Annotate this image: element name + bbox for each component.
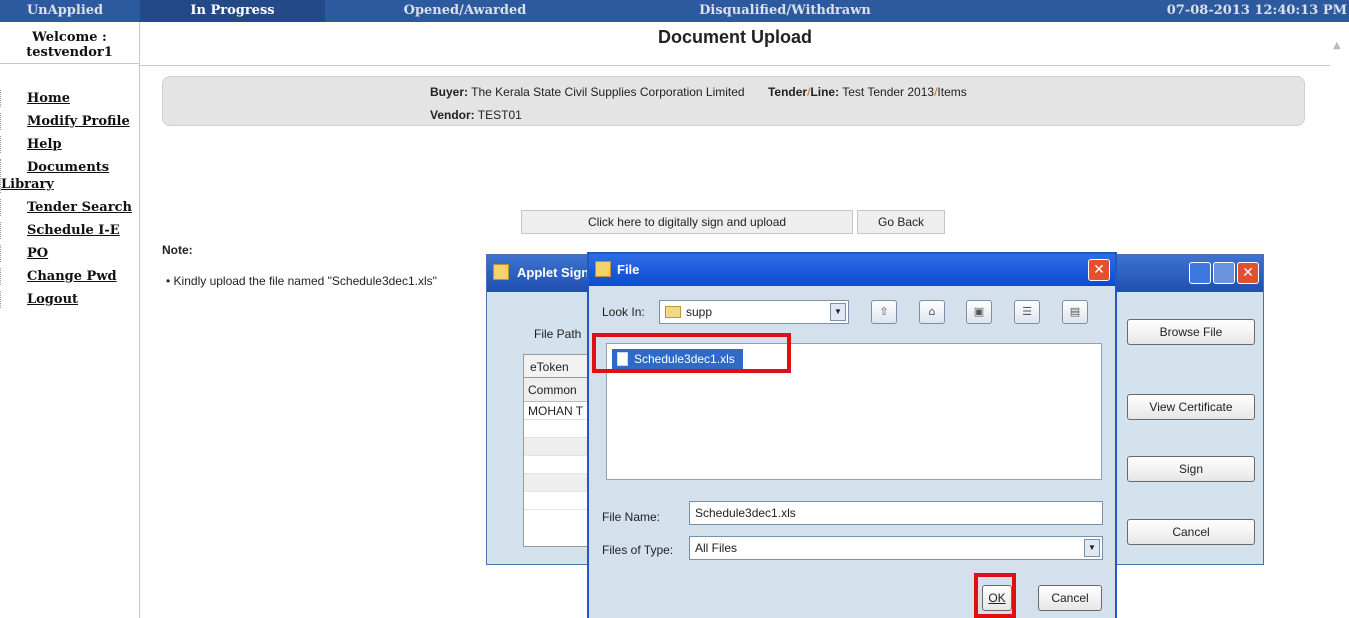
note-item-text: Kindly upload the file named "Schedule3d… (173, 274, 437, 288)
tender-info-box: Buyer: The Kerala State Civil Supplies C… (162, 76, 1305, 126)
tab-in-progress[interactable]: In Progress (140, 0, 325, 22)
details-view-icon[interactable]: ▤ (1062, 300, 1088, 324)
line-value: Items (937, 85, 967, 99)
sidebar-item-tender-search[interactable]: Tender Search (0, 199, 139, 216)
sidebar-item-documents-library[interactable]: Documents Library (0, 159, 139, 193)
sidebar-item-documents-library-line2: Library (1, 177, 54, 192)
file-dialog-app-icon (595, 261, 611, 277)
sidebar-nav: Home Modify Profile Help Documents Libra… (0, 90, 139, 308)
sidebar-item-schedule-ie[interactable]: Schedule I-E (0, 222, 139, 239)
look-in-label: Look In: (602, 305, 645, 319)
sidebar-item-help[interactable]: Help (0, 136, 139, 153)
tender-label: Tender (767, 85, 808, 99)
minimize-icon[interactable] (1189, 262, 1211, 284)
file-path-label: File Path (534, 327, 582, 341)
file-dialog-cancel-button[interactable]: Cancel (1038, 585, 1102, 611)
tab-unapplied[interactable]: UnApplied (0, 0, 130, 22)
note-title: Note: (162, 243, 193, 257)
browse-file-button[interactable]: Browse File (1127, 319, 1255, 345)
chevron-down-icon[interactable]: ▼ (830, 303, 846, 321)
file-name-label: File Name: (602, 510, 661, 524)
look-in-value: supp (686, 305, 713, 319)
sidebar-item-modify-profile[interactable]: Modify Profile (0, 113, 139, 130)
buyer-row: Buyer: The Kerala State Civil Supplies C… (430, 85, 967, 99)
up-one-level-icon[interactable]: ⇧ (871, 300, 897, 324)
new-folder-icon[interactable]: ▣ (966, 300, 992, 324)
vendor-row: Vendor: TEST01 (430, 108, 522, 122)
folder-icon (665, 306, 681, 318)
tab-disqualified-withdrawn[interactable]: Disqualified/Withdrawn (630, 0, 940, 22)
sidebar-item-documents-library-line1: Documents (27, 160, 110, 175)
files-of-type-label: Files of Type: (602, 543, 674, 557)
username: testvendor1 (26, 45, 113, 60)
vendor-value: TEST01 (477, 108, 522, 122)
sidebar-item-change-pwd[interactable]: Change Pwd (0, 268, 139, 285)
applet-title: Applet Sign (517, 265, 590, 280)
file-chooser-dialog: File ✕ Look In: supp ▼ ⇧ ⌂ ▣ ☰ ▤ Schedul… (587, 252, 1117, 618)
applet-cancel-button[interactable]: Cancel (1127, 519, 1255, 545)
home-icon[interactable]: ⌂ (919, 300, 945, 324)
datetime-display: 07-08-2013 12:40:13 PM (1166, 3, 1347, 18)
look-in-select[interactable]: supp ▼ (659, 300, 849, 324)
welcome-label: Welcome : (32, 30, 107, 45)
file-dialog-titlebar[interactable]: File ✕ (589, 254, 1115, 286)
page-title: Document Upload (140, 22, 1330, 66)
vendor-label: Vendor: (430, 108, 475, 122)
sidebar: Welcome : testvendor1 Home Modify Profil… (0, 22, 140, 618)
note-item: • Kindly upload the file named "Schedule… (166, 274, 437, 288)
scroll-up-arrow-icon[interactable]: ▲ (1333, 40, 1343, 51)
files-of-type-value: All Files (695, 541, 738, 555)
tab-opened-awarded[interactable]: Opened/Awarded (345, 0, 585, 22)
files-of-type-select[interactable]: All Files ▼ (689, 536, 1103, 560)
top-tab-bar: UnApplied In Progress Opened/Awarded Dis… (0, 0, 1349, 22)
view-certificate-button[interactable]: View Certificate (1127, 394, 1255, 420)
sign-upload-button[interactable]: Click here to digitally sign and upload (521, 210, 853, 234)
sidebar-item-home[interactable]: Home (0, 90, 139, 107)
sign-button[interactable]: Sign (1127, 456, 1255, 482)
welcome-box: Welcome : testvendor1 (0, 22, 139, 64)
file-dialog-close-icon[interactable]: ✕ (1088, 259, 1110, 281)
list-view-icon[interactable]: ☰ (1014, 300, 1040, 324)
sidebar-item-logout[interactable]: Logout (0, 291, 139, 308)
line-label: Line: (810, 85, 840, 99)
sidebar-item-po[interactable]: PO (0, 245, 139, 262)
highlight-box-ok-button (974, 573, 1016, 618)
tender-value: Test Tender 2013 (842, 85, 935, 99)
applet-close-icon[interactable]: ✕ (1237, 262, 1259, 284)
applet-app-icon (493, 264, 509, 280)
maximize-icon[interactable] (1213, 262, 1235, 284)
go-back-button[interactable]: Go Back (857, 210, 945, 234)
buyer-label: Buyer: (430, 85, 469, 99)
file-name-input[interactable]: Schedule3dec1.xls (689, 501, 1103, 525)
buyer-value: The Kerala State Civil Supplies Corporat… (471, 85, 745, 99)
highlight-box-selected-file (592, 333, 791, 373)
chevron-down-icon[interactable]: ▼ (1084, 539, 1100, 557)
file-dialog-title: File (617, 262, 640, 277)
